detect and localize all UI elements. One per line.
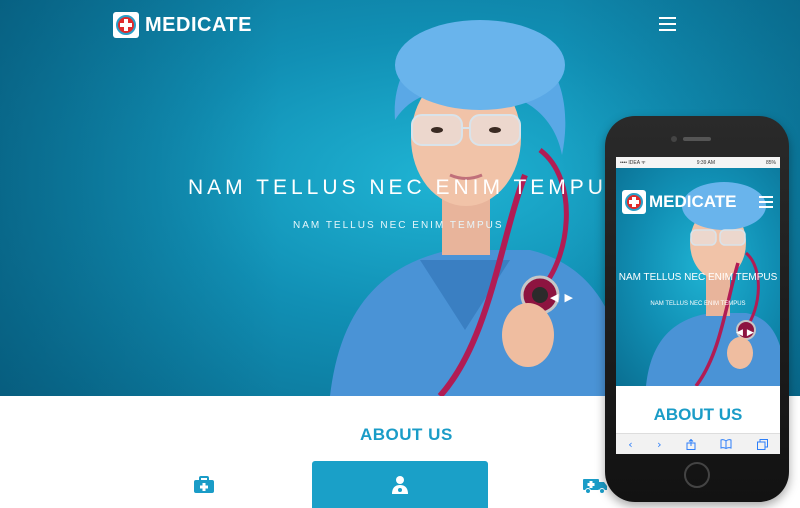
slider-arrows: ◀▶ [550, 291, 579, 304]
ambulance-icon [583, 478, 607, 494]
phone-home-button [684, 462, 710, 488]
next-slide-icon[interactable]: ▶ [564, 291, 578, 304]
browser-back-icon[interactable]: ‹ [628, 438, 632, 451]
phone-speaker [683, 137, 711, 141]
status-time: 9:39 AM [696, 159, 716, 166]
medkit-icon [194, 475, 214, 493]
mobile-brand-name: MEDICATE [649, 192, 737, 211]
menu-icon[interactable] [659, 17, 676, 31]
mobile-hero: MEDICATE NAM TELLUS NEC ENIM TEMPUS NAM … [616, 168, 780, 386]
hero-subtitle: NAM TELLUS NEC ENIM TEMPUS [293, 220, 504, 231]
tabs-icon[interactable] [756, 438, 768, 450]
phone-camera [671, 136, 677, 142]
mobile-slider-arrows: ◀▶ [736, 328, 758, 338]
bookmarks-icon[interactable] [720, 439, 732, 449]
brand-name: MEDICATE [145, 13, 252, 36]
mobile-browser-toolbar: ‹ › [616, 433, 780, 454]
mobile-next-icon[interactable]: ▶ [747, 328, 758, 338]
mobile-hero-subtitle: NAM TELLUS NEC ENIM TEMPUS [650, 301, 746, 307]
phone-screen: •••• IDEA ᯤ 9:39 AM 85% MEDICATE NAM TEL… [616, 157, 780, 454]
phone-status-bar: •••• IDEA ᯤ 9:39 AM 85% [616, 157, 780, 168]
mobile-hero-title: NAM TELLUS NEC ENIM TEMPUS [618, 272, 778, 283]
about-title: ABOUT US [360, 425, 453, 444]
mobile-brand[interactable]: MEDICATE [622, 190, 737, 214]
medical-cross-icon [622, 190, 646, 214]
browser-forward-icon[interactable]: › [657, 438, 661, 451]
share-icon[interactable] [686, 438, 696, 450]
feature-tab-doctor[interactable] [312, 461, 488, 508]
status-battery: 85% [765, 159, 776, 166]
brand-logo-link[interactable]: MEDICATE [113, 12, 252, 38]
nurse-image [330, 20, 630, 396]
hero-title: NAM TELLUS NEC ENIM TEMPUS [188, 176, 625, 199]
mobile-menu-icon[interactable] [759, 196, 773, 208]
prev-slide-icon[interactable]: ◀ [550, 291, 564, 304]
medical-cross-icon [113, 12, 139, 38]
mobile-prev-icon[interactable]: ◀ [736, 328, 747, 338]
doctor-icon [392, 475, 408, 494]
phone-mockup: •••• IDEA ᯤ 9:39 AM 85% MEDICATE NAM TEL… [605, 116, 789, 502]
mobile-about-title: ABOUT US [653, 405, 743, 424]
feature-tab-medkit[interactable] [184, 461, 224, 508]
status-carrier: •••• IDEA ᯤ [620, 159, 646, 166]
